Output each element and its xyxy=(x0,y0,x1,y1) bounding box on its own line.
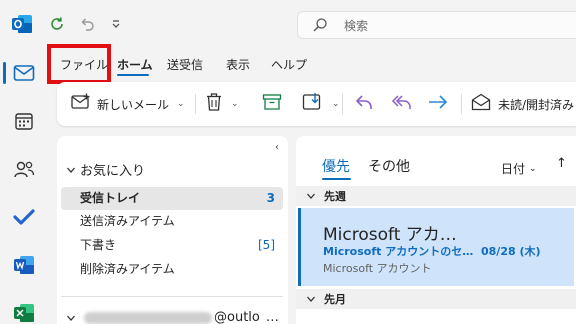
sort-direction-arrow-icon[interactable]: ↑ xyxy=(556,156,567,171)
group-label: 先週 xyxy=(324,190,346,203)
folder-pane: ‹ お気に入り 受信トレイ 3 送信済みアイテム 下書き [5] 削除済みアイテ… xyxy=(57,136,288,324)
excel-icon[interactable] xyxy=(11,300,37,324)
delete-button[interactable]: ⌄ xyxy=(205,92,239,116)
archive-icon xyxy=(262,93,282,115)
sort-label: 日付 xyxy=(501,162,526,176)
move-icon xyxy=(302,92,324,116)
favorites-header[interactable]: お気に入り xyxy=(66,160,145,179)
draft-count: [5] xyxy=(258,238,275,252)
new-mail-button[interactable]: 新しいメール ⌄ xyxy=(71,92,185,116)
move-button[interactable]: ⌄ xyxy=(302,92,340,116)
folder-inbox[interactable]: 受信トレイ 3 xyxy=(61,187,283,210)
chevron-down-icon xyxy=(306,191,316,201)
tab-focused-underline xyxy=(322,178,351,180)
message-list-pane: 優先 その他 日付 ⌄ ↑ 先週 Microsoft アカ… Microsoft… xyxy=(296,136,576,324)
message-sender: Microsoft アカ… xyxy=(323,225,457,245)
unread-count: 3 xyxy=(266,191,275,205)
forward-icon xyxy=(427,93,449,115)
message-item[interactable]: Microsoft アカ… Microsoft アカウントのセ… 08/28 (… xyxy=(298,208,574,286)
search-placeholder[interactable]: 検索 xyxy=(344,17,368,34)
tab-home-underline xyxy=(117,74,149,76)
delete-icon xyxy=(205,92,223,116)
message-date: 08/28 (木) xyxy=(481,245,541,258)
search-icon xyxy=(312,16,330,34)
mail-icon[interactable] xyxy=(11,60,37,86)
read-unread-label: 未読/開封済み xyxy=(498,97,575,112)
sort-by-date-button[interactable]: 日付 ⌄ xyxy=(501,160,537,177)
tab-view[interactable]: 表示 xyxy=(226,52,250,78)
collapse-pane-chevron-icon[interactable]: ‹ xyxy=(275,142,279,153)
ribbon-divider xyxy=(461,94,462,114)
chevron-down-icon[interactable]: ⌄ xyxy=(231,99,239,109)
selection-bar xyxy=(298,208,301,286)
folder-label: 受信トレイ xyxy=(80,191,141,205)
todo-icon[interactable] xyxy=(11,204,37,230)
new-mail-icon xyxy=(71,93,91,115)
new-mail-label: 新しいメール xyxy=(97,97,170,112)
undo-icon[interactable] xyxy=(77,14,97,34)
tab-focused[interactable]: 優先 xyxy=(322,156,350,176)
account-domain: @outlo xyxy=(214,310,260,324)
ribbon: 新しいメール ⌄ ⌄ ⌄ 未読/開封済み xyxy=(57,82,576,126)
account-header[interactable]: @outlo … xyxy=(66,310,279,324)
reply-all-button[interactable] xyxy=(391,92,413,116)
group-header-last-week[interactable]: 先週 xyxy=(296,186,576,206)
chevron-down-icon[interactable]: ⌄ xyxy=(332,99,340,109)
forward-button[interactable] xyxy=(427,92,449,116)
read-unread-icon xyxy=(471,93,491,115)
calendar-icon[interactable] xyxy=(11,108,37,134)
ribbon-divider xyxy=(342,94,343,114)
message-preview: Microsoft アカウント xyxy=(323,262,432,275)
reply-all-icon xyxy=(391,93,413,115)
tab-send-receive[interactable]: 送受信 xyxy=(167,52,203,78)
group-header-last-month[interactable]: 先月 xyxy=(296,289,576,309)
word-icon[interactable] xyxy=(11,252,37,278)
folder-label: 下書き xyxy=(80,238,117,252)
folder-deleted-items[interactable]: 削除済みアイテム xyxy=(61,258,283,281)
title-bar: 検索 xyxy=(0,0,576,48)
outlook-logo-icon xyxy=(10,12,34,36)
folder-label: 送信済みアイテム xyxy=(80,214,175,228)
chevron-down-icon xyxy=(66,164,78,176)
archive-button[interactable] xyxy=(262,92,282,116)
app-rail xyxy=(0,48,46,324)
ribbon-divider xyxy=(195,94,196,114)
reply-icon xyxy=(354,93,374,115)
reply-button[interactable] xyxy=(354,92,374,116)
chevron-down-icon[interactable]: ⌄ xyxy=(177,99,185,109)
chevron-down-icon xyxy=(66,312,78,324)
group-label: 先月 xyxy=(324,293,346,306)
folder-sent-items[interactable]: 送信済みアイテム xyxy=(61,210,283,233)
people-icon[interactable] xyxy=(11,156,37,182)
divider xyxy=(61,296,283,297)
account-more-ellipsis[interactable]: … xyxy=(266,310,279,324)
chevron-down-icon xyxy=(306,294,316,304)
folder-label: 削除済みアイテム xyxy=(80,262,175,276)
blurred-account-name xyxy=(84,311,212,324)
chevron-down-icon: ⌄ xyxy=(529,163,537,174)
read-unread-button[interactable]: 未読/開封済み xyxy=(471,92,574,116)
active-app-indicator xyxy=(3,62,6,84)
message-subject: Microsoft アカウントのセ… xyxy=(323,245,474,258)
customize-chevron-icon[interactable] xyxy=(106,14,126,34)
file-tab-highlight xyxy=(47,44,111,84)
tab-other[interactable]: その他 xyxy=(368,156,410,176)
folder-drafts[interactable]: 下書き [5] xyxy=(61,234,283,257)
favorites-label: お気に入り xyxy=(80,164,146,179)
tab-help[interactable]: ヘルプ xyxy=(271,52,307,78)
refresh-icon[interactable] xyxy=(47,14,67,34)
search-box[interactable]: 検索 xyxy=(297,11,576,39)
